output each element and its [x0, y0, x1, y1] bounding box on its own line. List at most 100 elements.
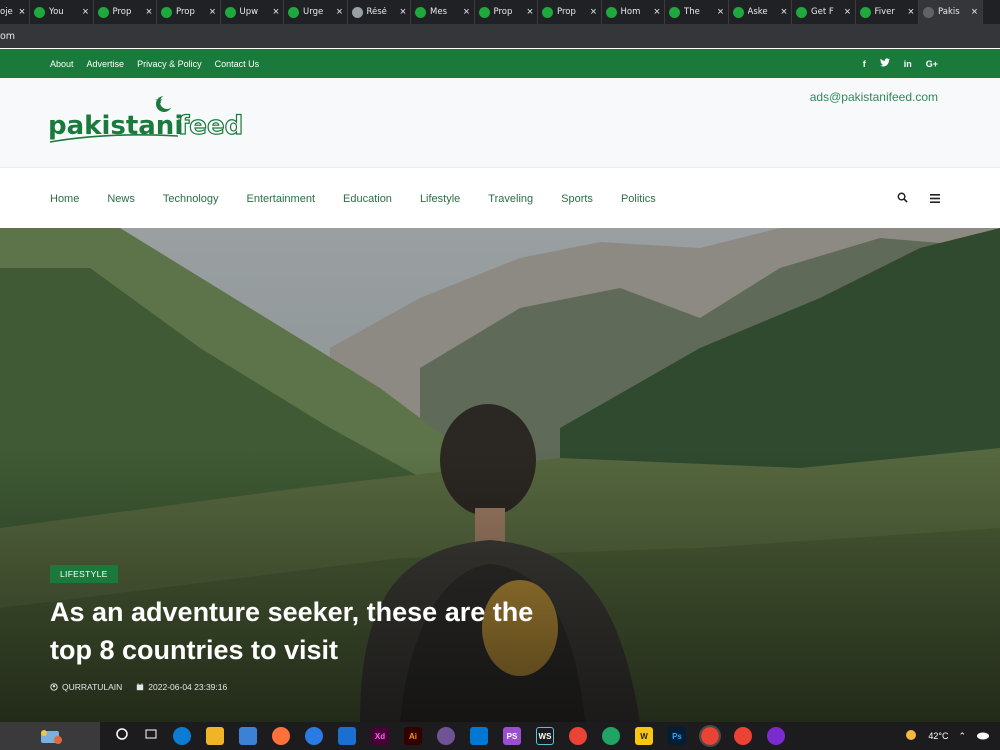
browser-tab[interactable]: Aske ×: [729, 0, 792, 24]
ads-email[interactable]: ads@pakistanifeed.com: [810, 90, 938, 104]
tab-title: Upw: [239, 7, 259, 17]
fiverr-icon: [859, 6, 871, 18]
browser-tab[interactable]: You ×: [30, 0, 94, 24]
nav-education[interactable]: Education: [343, 193, 392, 205]
browser-tab[interactable]: Prop ×: [157, 0, 221, 24]
close-tab-icon[interactable]: ×: [208, 6, 218, 18]
tor-icon[interactable]: [767, 727, 785, 745]
facebook-icon[interactable]: f: [863, 59, 866, 69]
system-tray: 42°C ⌃: [904, 722, 990, 750]
browser-tab[interactable]: Fiver ×: [856, 0, 919, 24]
webstorm-icon[interactable]: WS: [536, 727, 554, 745]
top-link-advertise[interactable]: Advertise: [87, 59, 125, 69]
photoshop-icon[interactable]: Ps: [668, 727, 686, 745]
close-tab-icon[interactable]: ×: [906, 6, 916, 18]
close-tab-icon[interactable]: ×: [652, 6, 662, 18]
browser-tab[interactable]: Résé ×: [348, 0, 411, 24]
firefox-dev-icon[interactable]: [305, 727, 323, 745]
browser-tab[interactable]: Hom ×: [602, 0, 665, 24]
linkedin-icon[interactable]: in: [904, 59, 912, 69]
upwork-icon: [97, 6, 109, 18]
chevron-up-icon[interactable]: ⌃: [958, 731, 966, 742]
close-tab-icon[interactable]: ×: [144, 6, 154, 18]
category-badge[interactable]: LIFESTYLE: [50, 565, 118, 583]
upwork-icon: [542, 6, 553, 18]
top-links: About Advertise Privacy & Policy Contact…: [50, 49, 259, 78]
menu-icon[interactable]: [930, 190, 940, 208]
browser-tab[interactable]: oje ×: [0, 0, 30, 24]
close-tab-icon[interactable]: ×: [271, 6, 281, 18]
browser-tab-strip: oje × You × Prop × Prop × Upw × Urge × Résé × Mes × Prop…: [0, 0, 1000, 24]
file-explorer-icon[interactable]: [206, 727, 224, 745]
top-link-contact[interactable]: Contact Us: [215, 59, 260, 69]
nav-lifestyle[interactable]: Lifestyle: [420, 193, 460, 205]
browser-tab[interactable]: Mes ×: [411, 0, 475, 24]
top-link-about[interactable]: About: [50, 59, 74, 69]
browser-tab[interactable]: Urge ×: [284, 0, 348, 24]
chrome-active-icon[interactable]: [699, 725, 721, 747]
close-tab-icon[interactable]: ×: [970, 6, 980, 18]
google-plus-icon[interactable]: G+: [926, 59, 938, 69]
close-tab-icon[interactable]: ×: [398, 6, 408, 18]
nav-technology[interactable]: Technology: [163, 193, 219, 205]
temperature[interactable]: 42°C: [928, 731, 948, 741]
gitkraken-icon[interactable]: [602, 727, 620, 745]
nav-entertainment[interactable]: Entertainment: [247, 193, 315, 205]
twitter-icon[interactable]: [879, 58, 890, 69]
cloud-icon[interactable]: [976, 730, 990, 742]
illustrator-icon[interactable]: Ai: [404, 727, 422, 745]
close-tab-icon[interactable]: ×: [81, 6, 91, 18]
close-tab-icon[interactable]: ×: [462, 6, 472, 18]
close-tab-icon[interactable]: ×: [335, 6, 345, 18]
weather-icon[interactable]: [904, 728, 918, 744]
browser-tab[interactable]: Get F ×: [792, 0, 856, 24]
news-widget[interactable]: [0, 722, 100, 750]
store-icon[interactable]: [239, 727, 257, 745]
svg-text:pakistani: pakistani: [48, 111, 183, 141]
close-tab-icon[interactable]: ×: [843, 6, 853, 18]
close-tab-icon[interactable]: ×: [525, 6, 535, 18]
nav-news[interactable]: News: [107, 193, 135, 205]
mail-icon[interactable]: [338, 727, 356, 745]
close-tab-icon[interactable]: ×: [589, 6, 599, 18]
address-text: om: [0, 30, 16, 42]
wamp-icon[interactable]: W: [635, 727, 653, 745]
chrome-2-icon[interactable]: [734, 727, 752, 745]
nav-actions: [897, 168, 940, 229]
date-meta: 2022-06-04 23:39:16: [136, 682, 227, 692]
close-tab-icon[interactable]: ×: [779, 6, 789, 18]
edge-icon[interactable]: [173, 727, 191, 745]
top-link-privacy[interactable]: Privacy & Policy: [137, 59, 202, 69]
hero-featured-post[interactable]: LIFESTYLE As an adventure seeker, these …: [0, 228, 1000, 722]
close-tab-icon[interactable]: ×: [716, 6, 726, 18]
nav-politics[interactable]: Politics: [621, 193, 656, 205]
browser-tab[interactable]: Pakis ×: [919, 0, 983, 24]
close-tab-icon[interactable]: ×: [17, 6, 27, 18]
browser-tab[interactable]: Prop ×: [538, 0, 602, 24]
phpstorm-icon[interactable]: PS: [503, 727, 521, 745]
firefox-icon[interactable]: [272, 727, 290, 745]
tab-title: Get F: [811, 7, 834, 17]
task-view-icon[interactable]: [144, 727, 158, 746]
browser-tab[interactable]: Prop ×: [475, 0, 538, 24]
chrome-icon[interactable]: [569, 727, 587, 745]
author-name[interactable]: QURRATULAIN: [62, 682, 122, 692]
nav-sports[interactable]: Sports: [561, 193, 593, 205]
vscode-icon[interactable]: [470, 727, 488, 745]
adobe-xd-icon[interactable]: Xd: [371, 727, 389, 745]
site-logo[interactable]: pakistani feed: [48, 92, 248, 152]
tab-title: Résé: [366, 7, 387, 17]
address-bar[interactable]: om: [0, 24, 1000, 48]
nav-traveling[interactable]: Traveling: [488, 193, 533, 205]
upwork-icon: [224, 6, 236, 18]
hero-title[interactable]: As an adventure seeker, these are the to…: [50, 593, 570, 669]
tab-title: Mes: [430, 7, 447, 17]
github-icon[interactable]: [437, 727, 455, 745]
browser-tab[interactable]: Upw ×: [221, 0, 284, 24]
browser-tab[interactable]: Prop ×: [94, 0, 157, 24]
search-circle-icon[interactable]: [115, 727, 129, 746]
upwork-icon: [161, 6, 172, 18]
browser-tab[interactable]: The ×: [665, 0, 729, 24]
nav-home[interactable]: Home: [50, 193, 79, 205]
search-icon[interactable]: [897, 190, 908, 208]
